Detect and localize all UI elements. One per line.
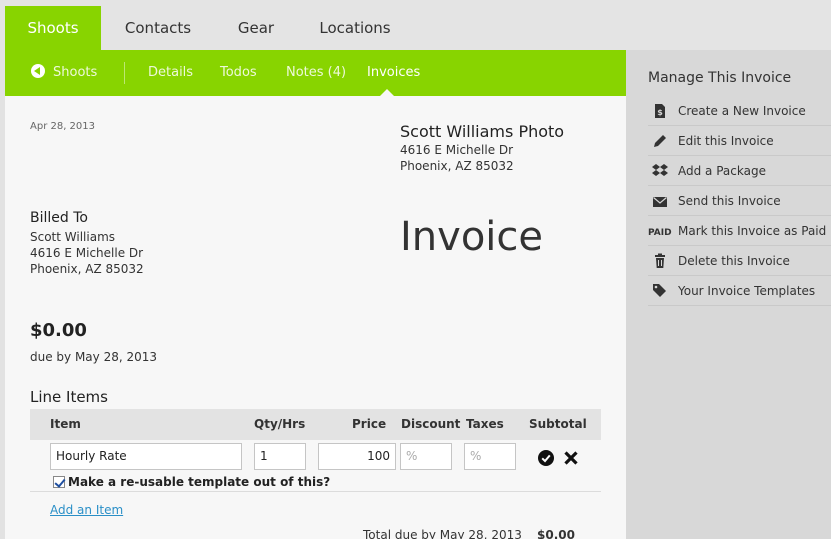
add-item-link[interactable]: Add an Item	[50, 503, 123, 517]
svg-text:PAID: PAID	[648, 228, 672, 238]
due-date: due by May 28, 2013	[30, 350, 158, 364]
invoice-date: Apr 28, 2013	[30, 121, 96, 132]
company-address-line2: Phoenix, AZ 85032	[400, 159, 514, 173]
tab-gear[interactable]: Gear	[228, 6, 284, 50]
sidebar-item-label: Send this Invoice	[678, 194, 781, 208]
sidebar-item-edit-invoice[interactable]: Edit this Invoice	[648, 126, 831, 156]
invoice-panel: Apr 28, 2013 Scott Williams Photo 4616 E…	[5, 96, 626, 539]
item-name-input[interactable]: Hourly Rate	[50, 443, 242, 470]
line-items-heading: Line Items	[30, 388, 108, 406]
billed-address-line1: 4616 E Michelle Dr	[30, 246, 144, 260]
envelope-icon	[653, 197, 667, 207]
sidebar-item-label: Mark this Invoice as Paid	[678, 224, 827, 238]
sidebar-item-label: Create a New Invoice	[678, 104, 806, 118]
sub-navigation: Shoots Details Todos Notes (4) Invoices	[5, 50, 626, 96]
subnav-details[interactable]: Details	[148, 50, 193, 96]
column-price: Price	[352, 417, 387, 431]
sidebar-item-label: Add a Package	[678, 164, 766, 178]
qty-input[interactable]: 1	[254, 443, 306, 470]
billed-name: Scott Williams	[30, 230, 116, 244]
tab-locations[interactable]: Locations	[311, 6, 399, 50]
column-discount: Discount	[401, 417, 461, 431]
new-invoice-icon: $	[655, 104, 665, 118]
price-input[interactable]: 100	[318, 443, 396, 470]
taxes-input[interactable]: %	[464, 443, 516, 470]
sidebar-item-add-package[interactable]: Add a Package	[648, 156, 831, 186]
company-address-line1: 4616 E Michelle Dr	[400, 143, 514, 157]
column-item: Item	[50, 417, 81, 431]
active-tab-caret	[380, 89, 394, 96]
total-due-label: Total due by May 28, 2013	[363, 528, 522, 539]
divider	[30, 491, 601, 492]
sidebar-item-label: Your Invoice Templates	[678, 284, 816, 298]
sidebar-item-send-invoice[interactable]: Send this Invoice	[648, 186, 831, 216]
pencil-icon	[654, 135, 666, 147]
manage-invoice-sidebar: Manage This Invoice $ Create a New Invoi…	[626, 50, 831, 539]
subnav-divider	[124, 62, 125, 84]
billed-address-line2: Phoenix, AZ 85032	[30, 262, 144, 276]
top-tab-bar: Shoots Contacts Gear Locations	[0, 0, 831, 50]
back-to-shoots-link[interactable]: Shoots	[31, 50, 97, 96]
tab-contacts[interactable]: Contacts	[116, 6, 200, 50]
sidebar-item-label: Edit this Invoice	[678, 134, 774, 148]
sidebar-item-create-invoice[interactable]: $ Create a New Invoice	[648, 96, 831, 126]
sidebar-item-delete-invoice[interactable]: Delete this Invoice	[648, 246, 831, 276]
tags-icon	[653, 284, 666, 297]
sidebar-title: Manage This Invoice	[648, 70, 792, 86]
confirm-check-icon[interactable]	[538, 450, 554, 466]
sidebar-item-mark-paid[interactable]: PAID Mark this Invoice as Paid	[648, 216, 831, 246]
invoice-title: Invoice	[400, 214, 544, 260]
svg-text:$: $	[657, 108, 663, 117]
subnav-todos[interactable]: Todos	[220, 50, 257, 96]
paid-stamp-icon: PAID	[648, 228, 672, 238]
total-due-value: $0.00	[537, 528, 575, 539]
company-name: Scott Williams Photo	[400, 122, 565, 141]
line-items-header: Item Qty/Hrs Price Discount Taxes Subtot…	[30, 409, 601, 440]
column-taxes: Taxes	[466, 417, 504, 431]
sidebar-item-label: Delete this Invoice	[678, 254, 790, 268]
back-label: Shoots	[53, 65, 98, 80]
dropbox-package-icon	[652, 164, 668, 176]
billed-to-label: Billed To	[30, 210, 88, 226]
column-subtotal: Subtotal	[529, 417, 587, 431]
template-checkbox[interactable]	[53, 476, 65, 488]
trash-icon	[655, 253, 665, 268]
subnav-notes[interactable]: Notes (4)	[286, 50, 346, 96]
sidebar-item-invoice-templates[interactable]: Your Invoice Templates	[648, 276, 831, 306]
discount-input[interactable]: %	[400, 443, 452, 470]
back-arrow-icon	[31, 64, 45, 78]
amount-due: $0.00	[30, 320, 87, 341]
remove-x-icon[interactable]	[563, 450, 579, 466]
template-checkbox-label: Make a re-usable template out of this?	[68, 475, 331, 489]
column-qty: Qty/Hrs	[254, 417, 306, 431]
tab-shoots[interactable]: Shoots	[5, 6, 101, 50]
template-checkbox-row[interactable]: Make a re-usable template out of this?	[53, 475, 330, 489]
